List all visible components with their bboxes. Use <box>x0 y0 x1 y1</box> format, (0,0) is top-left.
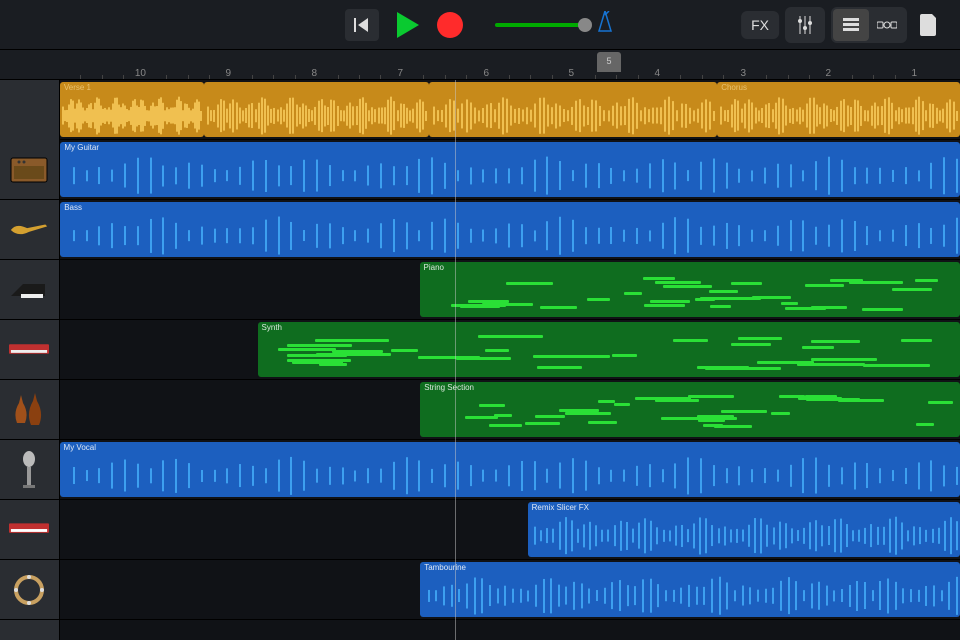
region[interactable]: My Vocal <box>60 442 960 497</box>
region[interactable]: Chorus <box>717 82 960 137</box>
ruler-tick: 5 <box>569 68 575 79</box>
guitar-amp-icon <box>10 150 50 190</box>
ruler-tick: 9 <box>226 68 232 79</box>
region[interactable]: Synth <box>258 322 960 377</box>
instrument-piano[interactable] <box>0 260 59 320</box>
playhead-marker[interactable]: 5 <box>597 52 621 72</box>
metronome-icon[interactable] <box>595 11 615 38</box>
fx-button[interactable]: FX <box>741 11 779 39</box>
region[interactable]: Tambourine <box>420 562 960 617</box>
ruler-tick: 7 <box>397 68 403 79</box>
mixer-icon[interactable] <box>787 9 823 41</box>
track-row[interactable]: Synth <box>60 320 960 380</box>
region[interactable]: Remix Slicer FX <box>528 502 960 557</box>
region[interactable]: String Section <box>420 382 960 437</box>
view-mode-group <box>831 7 907 43</box>
ruler-tick: 3 <box>740 68 746 79</box>
volume-thumb[interactable] <box>578 18 592 32</box>
keyboard-icon <box>10 510 50 550</box>
region[interactable]: Bass <box>60 202 960 257</box>
synth-icon <box>10 330 50 370</box>
track-row[interactable]: Chorus Verse 1 <box>60 80 960 140</box>
playhead-line[interactable] <box>455 80 456 640</box>
track-row[interactable]: Remix Slicer FX <box>60 500 960 560</box>
instrument-tambourine[interactable] <box>0 560 59 620</box>
instrument-strings[interactable] <box>0 380 59 440</box>
tracks-view-icon[interactable] <box>833 9 869 41</box>
track-row[interactable]: My Guitar <box>60 140 960 200</box>
region[interactable] <box>429 82 717 137</box>
instrument-microphone[interactable] <box>0 440 59 500</box>
region-label: Tambourine <box>424 563 466 572</box>
ruler-tick: 1 <box>912 68 918 79</box>
region-label: Verse 1 <box>64 83 91 92</box>
region[interactable]: Piano <box>420 262 960 317</box>
toolbar-left: FX <box>741 7 945 43</box>
region-label: Synth <box>262 323 282 332</box>
microphone-icon <box>10 450 50 490</box>
instrument-guitar-amp[interactable] <box>0 140 59 200</box>
transport-controls <box>345 9 615 41</box>
region-label: String Section <box>424 383 474 392</box>
controls-group <box>785 7 825 43</box>
instrument-keyboard[interactable] <box>0 500 59 560</box>
workspace: Chorus Verse 1 My Guitar Bass Piano Synth Stri… <box>0 80 960 640</box>
region-label: My Vocal <box>64 443 96 452</box>
instrument-bass[interactable] <box>0 200 59 260</box>
bass-icon <box>10 210 50 250</box>
instrument-sidebar <box>0 80 60 640</box>
tracks-area[interactable]: Chorus Verse 1 My Guitar Bass Piano Synth Stri… <box>60 80 960 640</box>
volume-slider[interactable] <box>495 23 585 27</box>
track-row[interactable]: Bass <box>60 200 960 260</box>
region-label: Chorus <box>721 83 747 92</box>
region-label: Bass <box>64 203 82 212</box>
ruler-tick: 8 <box>312 68 318 79</box>
instrument-view-icon[interactable] <box>869 9 905 41</box>
piano-icon <box>10 270 50 310</box>
ruler-tick: 4 <box>654 68 660 79</box>
toolbar: FX <box>0 0 960 50</box>
ruler-tick: 6 <box>483 68 489 79</box>
instrument-synth[interactable] <box>0 320 59 380</box>
rewind-button[interactable] <box>345 9 379 41</box>
play-button[interactable] <box>389 9 427 41</box>
track-row[interactable]: String Section <box>60 380 960 440</box>
tambourine-icon <box>10 570 50 610</box>
region-label: My Guitar <box>64 143 99 152</box>
region[interactable]: My Guitar <box>60 142 960 197</box>
track-row[interactable]: Tambourine <box>60 560 960 620</box>
region-label: Remix Slicer FX <box>532 503 589 512</box>
region-label: Piano <box>424 263 444 272</box>
my-songs-icon[interactable] <box>913 9 945 41</box>
ruler-tick: 2 <box>826 68 832 79</box>
ruler-tick: 10 <box>135 68 146 79</box>
track-row[interactable]: My Vocal <box>60 440 960 500</box>
record-button[interactable] <box>437 12 463 38</box>
region[interactable] <box>204 82 429 137</box>
region[interactable]: Verse 1 <box>60 82 204 137</box>
track-row[interactable]: Piano <box>60 260 960 320</box>
strings-icon <box>10 390 50 430</box>
ruler[interactable]: 1 2 3 4 5 6 7 8 9 10 5 <box>0 50 960 80</box>
